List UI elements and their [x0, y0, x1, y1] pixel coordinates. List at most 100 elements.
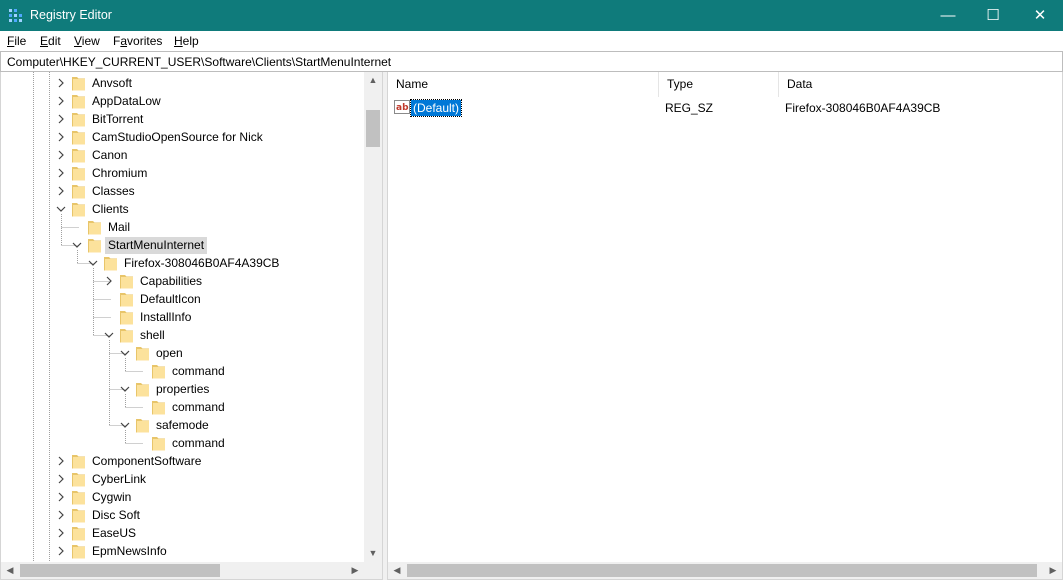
- value-type: REG_SZ: [665, 101, 714, 115]
- minimize-button[interactable]: —: [925, 0, 971, 31]
- tree-horizontal-scrollbar[interactable]: ◀ ▶: [1, 562, 364, 579]
- tree-node[interactable]: safemode: [153, 417, 212, 434]
- menu-help-accel: H: [174, 34, 183, 48]
- folder-icon: [72, 491, 85, 505]
- folder-icon: [88, 239, 101, 253]
- folder-icon: [120, 329, 133, 343]
- tree-node[interactable]: Canon: [89, 147, 130, 164]
- title-bar: Registry Editor — ☐ ✕: [0, 0, 1063, 31]
- tree-node[interactable]: command: [169, 435, 228, 452]
- column-header-name[interactable]: Name: [388, 72, 659, 97]
- tree-node[interactable]: ComponentSoftware: [89, 453, 204, 470]
- expand-chevron-icon[interactable]: [58, 132, 64, 142]
- tree-scroll-right-arrow[interactable]: ▶: [346, 562, 364, 579]
- collapse-chevron-icon[interactable]: [120, 422, 130, 428]
- folder-icon: [72, 113, 85, 127]
- folder-icon: [120, 275, 133, 289]
- tree-vertical-scroll-thumb[interactable]: [366, 110, 380, 147]
- values-horizontal-scroll-thumb[interactable]: [407, 564, 1037, 577]
- key-tree-pane[interactable]: Anvsoft AppDataLow BitTorrent CamStudioOpen…: [0, 72, 383, 580]
- tree-node[interactable]: Cygwin: [89, 489, 134, 506]
- tree-vertical-scrollbar[interactable]: ▲ ▼: [364, 72, 382, 562]
- tree-node[interactable]: DefaultIcon: [137, 291, 204, 308]
- menu-help[interactable]: Help: [174, 34, 199, 48]
- expand-chevron-icon[interactable]: [58, 528, 64, 538]
- address-bar[interactable]: Computer\HKEY_CURRENT_USER\Software\Clie…: [0, 51, 1063, 72]
- tree-scroll-left-arrow[interactable]: ◀: [1, 562, 19, 579]
- tree-node[interactable]: AppDataLow: [89, 93, 164, 110]
- window-title: Registry Editor: [30, 8, 112, 22]
- tree-node[interactable]: Clients: [89, 201, 132, 218]
- expand-chevron-icon[interactable]: [58, 474, 64, 484]
- tree-node[interactable]: Classes: [89, 183, 138, 200]
- collapse-chevron-icon[interactable]: [120, 350, 130, 356]
- folder-icon: [120, 293, 133, 307]
- registry-editor-icon: [9, 9, 22, 22]
- tree-node[interactable]: command: [169, 399, 228, 416]
- collapse-chevron-icon[interactable]: [56, 206, 66, 212]
- collapse-chevron-icon[interactable]: [104, 332, 114, 338]
- folder-icon: [72, 95, 85, 109]
- values-scroll-left-arrow[interactable]: ◀: [388, 562, 406, 579]
- expand-chevron-icon[interactable]: [58, 114, 64, 124]
- folder-icon: [72, 527, 85, 541]
- folder-icon: [152, 365, 165, 379]
- collapse-chevron-icon[interactable]: [120, 386, 130, 392]
- tree-node[interactable]: Mail: [105, 219, 133, 236]
- folder-icon: [136, 347, 149, 361]
- values-list-pane[interactable]: Name Type Data ab (Default) REG_SZ Firef…: [387, 72, 1063, 580]
- expand-chevron-icon[interactable]: [58, 186, 64, 196]
- tree-node[interactable]: Chromium: [89, 165, 150, 182]
- maximize-button[interactable]: ☐: [970, 0, 1016, 31]
- tree-node[interactable]: Disc Soft: [89, 507, 143, 524]
- expand-chevron-icon[interactable]: [58, 492, 64, 502]
- folder-icon: [72, 185, 85, 199]
- menu-favorites[interactable]: Favorites: [113, 34, 162, 48]
- menu-edit[interactable]: Edit: [40, 34, 61, 48]
- collapse-chevron-icon[interactable]: [88, 260, 98, 266]
- values-horizontal-scrollbar[interactable]: ◀ ▶: [388, 562, 1062, 579]
- tree-node[interactable]: EaseUS: [89, 525, 139, 542]
- expand-chevron-icon[interactable]: [58, 150, 64, 160]
- tree-node[interactable]: properties: [153, 381, 212, 398]
- folder-icon: [104, 257, 117, 271]
- tree-node[interactable]: InstallInfo: [137, 309, 194, 326]
- value-data: Firefox-308046B0AF4A39CB: [785, 101, 941, 115]
- expand-chevron-icon[interactable]: [58, 96, 64, 106]
- value-name[interactable]: (Default): [409, 99, 463, 117]
- close-button[interactable]: ✕: [1017, 0, 1063, 31]
- tree-node[interactable]: EpmNewsInfo: [89, 543, 170, 560]
- scroll-down-arrow[interactable]: ▼: [364, 545, 382, 562]
- tree-node[interactable]: command: [169, 363, 228, 380]
- menu-file-rest: ile: [14, 34, 27, 48]
- expand-chevron-icon[interactable]: [58, 546, 64, 556]
- tree-node[interactable]: Anvsoft: [89, 75, 135, 92]
- tree-node[interactable]: BitTorrent: [89, 111, 146, 128]
- folder-icon: [72, 455, 85, 469]
- tree-node[interactable]: CamStudioOpenSource for Nick: [89, 129, 266, 146]
- address-path[interactable]: Computer\HKEY_CURRENT_USER\Software\Clie…: [7, 55, 391, 69]
- folder-icon: [120, 311, 133, 325]
- expand-chevron-icon[interactable]: [58, 168, 64, 178]
- column-header-data[interactable]: Data: [779, 72, 1062, 97]
- menu-bar: File Edit View Favorites Help: [0, 31, 1063, 51]
- tree-node[interactable]: Capabilities: [137, 273, 205, 290]
- tree-node[interactable]: Firefox-308046B0AF4A39CB: [121, 255, 282, 272]
- scroll-up-arrow[interactable]: ▲: [364, 72, 382, 89]
- tree-node[interactable]: open: [153, 345, 186, 362]
- expand-chevron-icon[interactable]: [58, 510, 64, 520]
- menu-view[interactable]: View: [74, 34, 100, 48]
- values-scroll-right-arrow[interactable]: ▶: [1044, 562, 1062, 579]
- menu-file[interactable]: File: [7, 34, 26, 48]
- tree-node[interactable]: CyberLink: [89, 471, 149, 488]
- tree-horizontal-scroll-thumb[interactable]: [20, 564, 220, 577]
- column-header-type[interactable]: Type: [659, 72, 779, 97]
- expand-chevron-icon[interactable]: [58, 78, 64, 88]
- expand-chevron-icon[interactable]: [58, 456, 64, 466]
- menu-view-accel: V: [74, 34, 82, 48]
- tree-node-selected[interactable]: StartMenuInternet: [105, 237, 208, 254]
- tree-node[interactable]: shell: [137, 327, 168, 344]
- folder-icon: [88, 221, 101, 235]
- collapse-chevron-icon[interactable]: [72, 242, 82, 248]
- menu-help-rest: elp: [182, 34, 199, 48]
